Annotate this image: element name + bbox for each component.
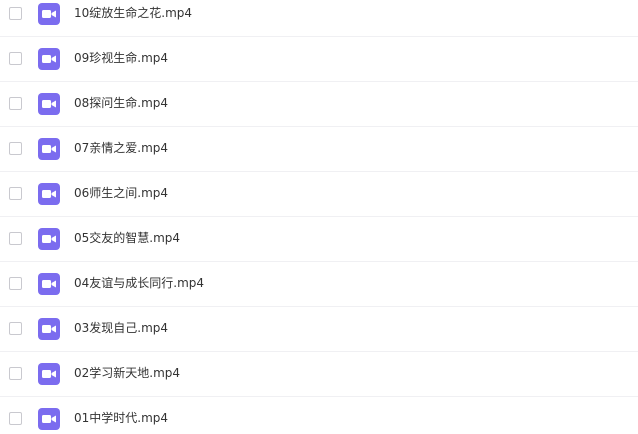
file-row[interactable]: 04友谊与成长同行.mp4 xyxy=(0,262,638,307)
row-checkbox[interactable] xyxy=(9,412,22,425)
row-checkbox[interactable] xyxy=(9,7,22,20)
file-name[interactable]: 10绽放生命之花.mp4 xyxy=(74,5,192,21)
video-file-icon xyxy=(38,363,60,385)
file-name[interactable]: 08探问生命.mp4 xyxy=(74,95,168,111)
file-row[interactable]: 07亲情之爱.mp4 xyxy=(0,127,638,172)
file-name[interactable]: 01中学时代.mp4 xyxy=(74,410,168,426)
file-list: 10绽放生命之花.mp4 09珍视生命.mp4 08探问生命.mp4 07亲情之… xyxy=(0,0,638,434)
row-checkbox[interactable] xyxy=(9,322,22,335)
row-checkbox[interactable] xyxy=(9,142,22,155)
file-name[interactable]: 03发现自己.mp4 xyxy=(74,320,168,336)
video-file-icon xyxy=(38,48,60,70)
row-checkbox[interactable] xyxy=(9,52,22,65)
row-checkbox[interactable] xyxy=(9,187,22,200)
file-name[interactable]: 07亲情之爱.mp4 xyxy=(74,140,168,156)
file-name[interactable]: 02学习新天地.mp4 xyxy=(74,365,180,381)
file-row[interactable]: 03发现自己.mp4 xyxy=(0,307,638,352)
file-row[interactable]: 01中学时代.mp4 xyxy=(0,397,638,434)
file-row[interactable]: 08探问生命.mp4 xyxy=(0,82,638,127)
file-row[interactable]: 09珍视生命.mp4 xyxy=(0,37,638,82)
file-row[interactable]: 02学习新天地.mp4 xyxy=(0,352,638,397)
video-file-icon xyxy=(38,183,60,205)
video-file-icon xyxy=(38,3,60,25)
video-file-icon xyxy=(38,138,60,160)
video-file-icon xyxy=(38,273,60,295)
file-row[interactable]: 05交友的智慧.mp4 xyxy=(0,217,638,262)
video-file-icon xyxy=(38,408,60,430)
file-name[interactable]: 06师生之间.mp4 xyxy=(74,185,168,201)
file-name[interactable]: 04友谊与成长同行.mp4 xyxy=(74,275,204,291)
file-name[interactable]: 05交友的智慧.mp4 xyxy=(74,230,180,246)
video-file-icon xyxy=(38,228,60,250)
file-row[interactable]: 10绽放生命之花.mp4 xyxy=(0,0,638,37)
row-checkbox[interactable] xyxy=(9,367,22,380)
file-name[interactable]: 09珍视生命.mp4 xyxy=(74,50,168,66)
row-checkbox[interactable] xyxy=(9,277,22,290)
video-file-icon xyxy=(38,318,60,340)
row-checkbox[interactable] xyxy=(9,232,22,245)
video-file-icon xyxy=(38,93,60,115)
row-checkbox[interactable] xyxy=(9,97,22,110)
file-row[interactable]: 06师生之间.mp4 xyxy=(0,172,638,217)
